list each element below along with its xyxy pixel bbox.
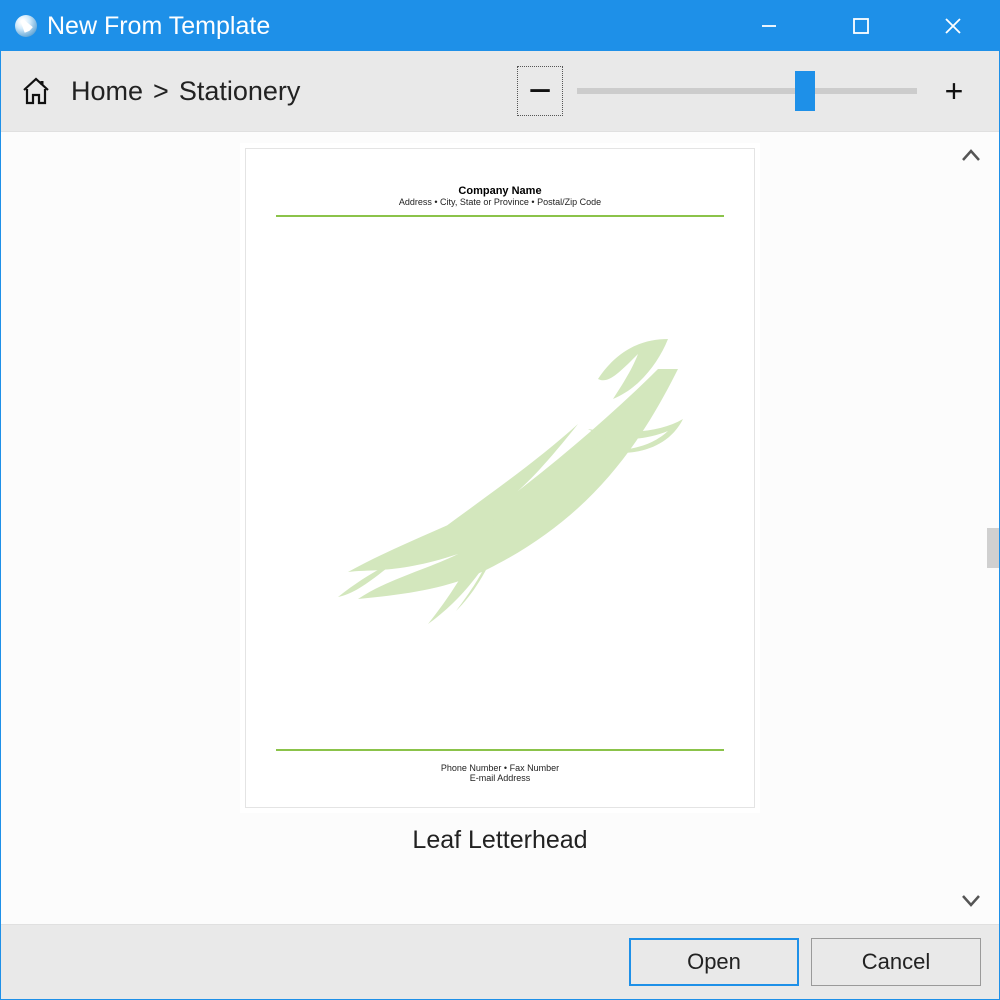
zoom-slider-track [577, 88, 917, 94]
zoom-in-button[interactable]: + [931, 66, 977, 116]
preview-footer-line2: E-mail Address [276, 773, 724, 783]
template-caption: Leaf Letterhead [412, 826, 587, 855]
breadcrumb: Home > Stationery [71, 76, 300, 107]
chevron-up-icon [960, 145, 982, 167]
scroll-down-button[interactable] [957, 886, 985, 914]
app-icon [15, 15, 37, 37]
minimize-icon [760, 17, 778, 35]
toolbar: Home > Stationery − + [1, 51, 999, 131]
template-item[interactable]: Company Name Address • City, State or Pr… [245, 148, 755, 855]
template-gallery: Company Name Address • City, State or Pr… [1, 131, 999, 925]
titlebar: New From Template [1, 1, 999, 51]
preview-top-rule [276, 215, 724, 217]
cancel-button[interactable]: Cancel [811, 938, 981, 986]
plus-icon: + [945, 73, 964, 110]
preview-bottom-rule [276, 749, 724, 751]
zoom-slider-thumb[interactable] [795, 71, 815, 111]
dialog-footer: Open Cancel [1, 925, 999, 999]
close-icon [944, 17, 962, 35]
chevron-down-icon [960, 889, 982, 911]
breadcrumb-current[interactable]: Stationery [179, 76, 301, 107]
scroll-up-button[interactable] [957, 142, 985, 170]
home-button[interactable] [19, 74, 53, 108]
home-icon [20, 75, 52, 107]
template-preview: Company Name Address • City, State or Pr… [245, 148, 755, 808]
scrollbar-hint [987, 528, 999, 568]
window-controls [723, 1, 999, 51]
cancel-button-label: Cancel [862, 949, 930, 975]
breadcrumb-home[interactable]: Home [71, 76, 143, 107]
leaf-artwork-icon [338, 339, 698, 639]
maximize-button[interactable] [815, 1, 907, 51]
preview-company: Company Name [276, 185, 724, 197]
preview-footer-line1: Phone Number • Fax Number [276, 763, 724, 773]
dialog-window: New From Template Home > Stationery [0, 0, 1000, 1000]
open-button-label: Open [687, 949, 741, 975]
breadcrumb-separator: > [153, 76, 169, 107]
open-button[interactable]: Open [629, 938, 799, 986]
zoom-slider[interactable] [577, 77, 917, 105]
preview-footer: Phone Number • Fax Number E-mail Address [276, 763, 724, 783]
zoom-out-button[interactable]: − [517, 66, 563, 116]
close-button[interactable] [907, 1, 999, 51]
preview-header: Company Name Address • City, State or Pr… [276, 185, 724, 207]
maximize-icon [852, 17, 870, 35]
window-title: New From Template [47, 12, 723, 41]
preview-address: Address • City, State or Province • Post… [276, 197, 724, 207]
zoom-controls: − + [517, 66, 977, 116]
minimize-button[interactable] [723, 1, 815, 51]
